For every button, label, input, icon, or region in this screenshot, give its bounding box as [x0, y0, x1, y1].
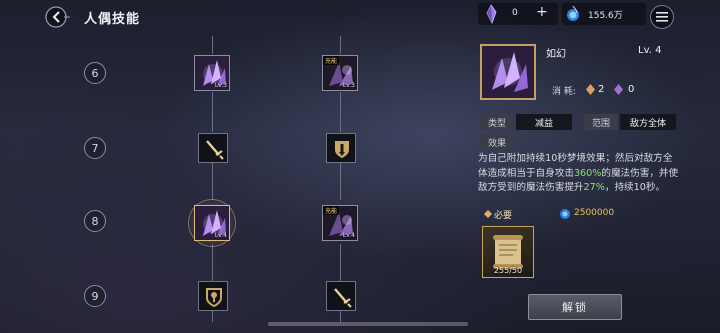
sword-icon: [334, 288, 352, 308]
mana-orb-icon: [560, 209, 570, 219]
connector-line: [340, 310, 341, 322]
connector-line: [212, 244, 213, 282]
connector-line: [340, 244, 341, 282]
type-key: 类型: [480, 114, 514, 130]
connector-line: [212, 162, 213, 200]
scroll-item-slot[interactable]: 255/50: [482, 226, 534, 278]
cost-label: 消 耗:: [552, 87, 576, 97]
skill-description: 为自己附加持续10秒梦境效果；然后对敌方全体造成相当于自身攻击360%的魔法伤害…: [478, 152, 682, 196]
skill-node-r6-right[interactable]: 充能 Lv.3: [322, 55, 358, 91]
cost-orange-value: 2: [598, 84, 605, 95]
back-button[interactable]: [44, 5, 70, 29]
unlock-button[interactable]: 解锁: [528, 294, 622, 320]
node-level-label: Lv.3: [342, 82, 355, 89]
crystal-value: 0: [512, 8, 518, 18]
skill-node-r6-left[interactable]: Lv.3: [194, 55, 230, 91]
connector-line: [340, 92, 341, 132]
level-marker-9: 9: [84, 285, 106, 307]
desc-highlight: 27%: [583, 182, 605, 193]
back-arrow-icon: [45, 6, 70, 28]
effect-key: 效果: [480, 134, 514, 150]
desc-highlight: 360%: [573, 167, 602, 179]
connector-line: [212, 92, 213, 132]
range-value: 敌方全体: [620, 114, 676, 130]
required-mana: 2500000: [574, 208, 615, 218]
connector-line: [340, 36, 341, 54]
skill-node-r7-right[interactable]: [326, 133, 356, 163]
mana-value: 155.6万: [588, 11, 623, 21]
orange-gem-icon: [586, 84, 595, 95]
mana-orb-icon: [567, 5, 579, 21]
skill-node-r9-right[interactable]: [326, 281, 356, 311]
selected-skill-icon: [480, 44, 536, 100]
mana-currency: 155.6万: [562, 3, 646, 25]
cost-purple-value: 0: [628, 84, 635, 95]
shield-emblem-icon: [206, 288, 222, 308]
skill-node-r9-left[interactable]: [198, 281, 228, 311]
level-marker-6: 6: [84, 62, 106, 84]
desc-text: ，持续10秒。: [604, 182, 666, 193]
charge-badge: 充能: [323, 56, 340, 65]
skill-node-r8-right[interactable]: 充能 Lv.4: [322, 205, 358, 241]
home-indicator: [268, 322, 468, 326]
diamond-bullet-icon: [484, 210, 492, 218]
crystal-currency: 0 +: [478, 3, 558, 25]
required-label: 必要: [494, 211, 513, 221]
add-crystal-button[interactable]: +: [536, 4, 548, 20]
level-marker-8: 8: [84, 210, 106, 232]
node-level-label: Lv.4: [214, 232, 227, 239]
connector-line: [212, 310, 213, 322]
level-marker-7: 7: [84, 137, 106, 159]
currency-bar: 0 + 155.6万: [478, 3, 646, 25]
charge-badge: 充能: [323, 206, 340, 215]
node-level-label: Lv.4: [342, 232, 355, 239]
item-count: 255/50: [493, 266, 523, 275]
skill-node-r7-left[interactable]: [198, 133, 228, 163]
menu-button[interactable]: [650, 5, 674, 29]
sword-icon: [206, 140, 224, 160]
crystal-icon: [486, 4, 497, 24]
connector-line: [212, 36, 213, 54]
purple-crystal-skill-icon: [482, 46, 534, 98]
page-title: 人偶技能: [84, 12, 141, 27]
type-value: 减益: [516, 114, 572, 130]
skill-node-r8-left-selected[interactable]: Lv.4: [194, 205, 230, 241]
skill-level: Lv. 4: [638, 45, 662, 56]
connector-line: [340, 162, 341, 200]
node-level-label: Lv.3: [214, 82, 227, 89]
range-key: 范围: [584, 114, 618, 130]
hamburger-icon: [656, 12, 668, 22]
skill-name: 如幻: [546, 49, 566, 60]
purple-gem-icon: [614, 84, 623, 95]
shield-icon: [335, 141, 349, 158]
skill-detail-panel: 如幻 Lv. 4 消 耗: 2 0 类型 减益 范围 敌方全体 效果 为自己附加…: [472, 40, 704, 328]
